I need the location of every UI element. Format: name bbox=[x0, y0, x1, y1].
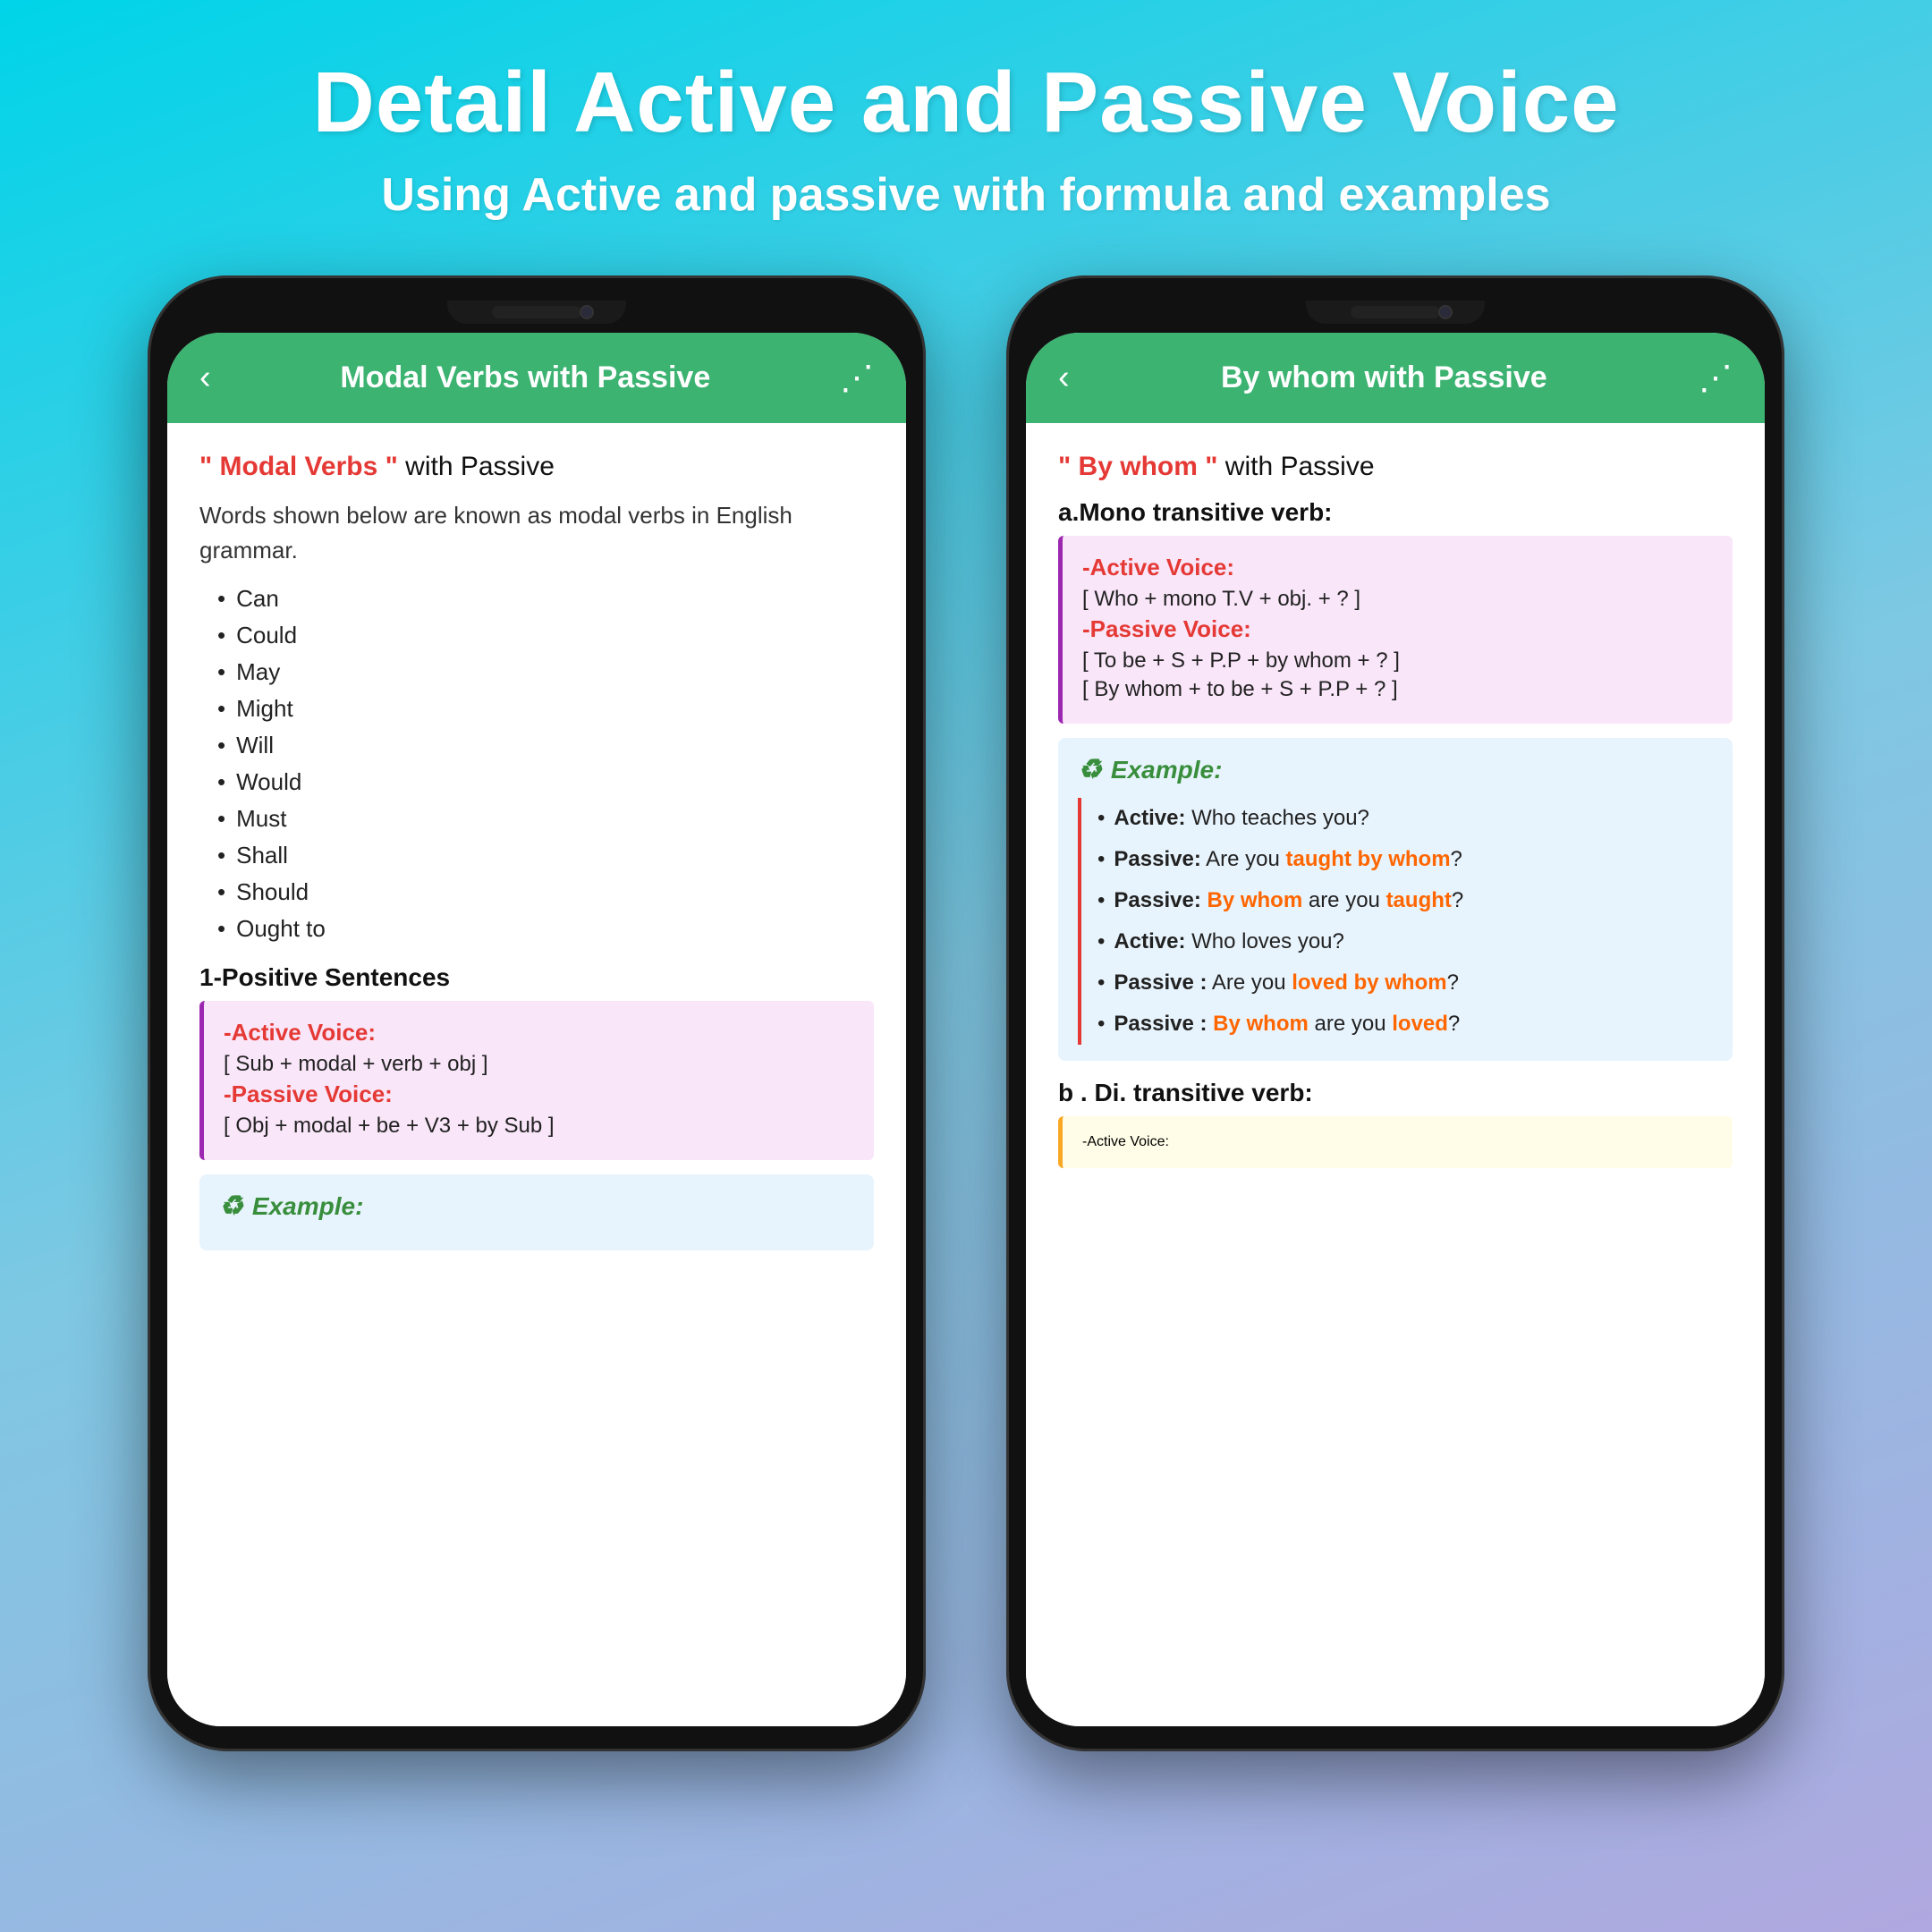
phone-2-example-label: Example: bbox=[1111, 756, 1223, 784]
phone-1-example-header: ♻ Example: bbox=[219, 1191, 854, 1222]
phone-1-modal-list: Can Could May Might Will Would Must Shal… bbox=[217, 580, 874, 947]
list-item: Might bbox=[217, 691, 874, 727]
phone-2-example-header: ♻ Example: bbox=[1078, 754, 1713, 785]
phone-1-active-formula: [ Sub + modal + verb + obj ] bbox=[224, 1052, 854, 1077]
phone-2-screen: ‹ By whom with Passive ⋰ " By whom " wit… bbox=[1026, 333, 1765, 1726]
phone-2-passive-formula2: [ By whom + to be + S + P.P + ? ] bbox=[1082, 677, 1713, 702]
phone-1-heading-rest: with Passive bbox=[398, 452, 555, 481]
list-item: Will bbox=[217, 727, 874, 764]
phone-1-example-label: Example: bbox=[252, 1192, 364, 1221]
list-item: May bbox=[217, 654, 874, 691]
phone-2-recycle-icon: ♻ bbox=[1078, 754, 1102, 785]
phone-1-camera bbox=[580, 305, 594, 319]
phones-row: ‹ Modal Verbs with Passive ⋰ " Modal Ver… bbox=[148, 275, 1784, 1751]
phone-1-content: " Modal Verbs " with Passive Words shown… bbox=[167, 423, 906, 1726]
phone-2-di-label: b . Di. transitive verb: bbox=[1058, 1079, 1733, 1107]
phone-2-di-formula-box: -Active Voice: bbox=[1058, 1116, 1733, 1168]
list-item: Passive: By whom are you taught? bbox=[1097, 880, 1713, 921]
phone-2-active-label2: -Active Voice: bbox=[1082, 1134, 1713, 1150]
phone-1-positive-heading: 1-Positive Sentences bbox=[199, 963, 874, 992]
phone-2: ‹ By whom with Passive ⋰ " By whom " wit… bbox=[1006, 275, 1784, 1751]
phone-1-passive-label: -Passive Voice: bbox=[224, 1080, 854, 1108]
phone-1-notch bbox=[447, 301, 626, 324]
list-item: Must bbox=[217, 801, 874, 837]
phone-2-section-heading: " By whom " with Passive bbox=[1058, 452, 1733, 482]
phone-1-back-icon[interactable]: ‹ bbox=[199, 359, 211, 397]
phone-1-share-icon[interactable]: ⋰ bbox=[840, 358, 874, 398]
phone-2-header-title: By whom with Passive bbox=[1070, 360, 1699, 395]
phone-1-keyword: " Modal Verbs " bbox=[199, 452, 398, 481]
page-header: Detail Active and Passive Voice Using Ac… bbox=[312, 54, 1619, 222]
page-subtitle: Using Active and passive with formula an… bbox=[312, 168, 1619, 222]
list-item: Can bbox=[217, 580, 874, 617]
list-item: Passive : By whom are you loved? bbox=[1097, 1004, 1713, 1045]
phone-1-formula-box: -Active Voice: [ Sub + modal + verb + ob… bbox=[199, 1001, 874, 1160]
page-title: Detail Active and Passive Voice bbox=[312, 54, 1619, 152]
phone-2-active-formula: [ Who + mono T.V + obj. + ? ] bbox=[1082, 587, 1713, 612]
phone-2-active-label: -Active Voice: bbox=[1082, 554, 1713, 581]
phone-2-content: " By whom " with Passive a.Mono transiti… bbox=[1026, 423, 1765, 1726]
phone-2-passive-label: -Passive Voice: bbox=[1082, 615, 1713, 643]
phone-2-app-header: ‹ By whom with Passive ⋰ bbox=[1026, 333, 1765, 423]
phone-1-active-label: -Active Voice: bbox=[224, 1019, 854, 1046]
phone-2-mono-label: a.Mono transitive verb: bbox=[1058, 498, 1733, 527]
phone-1-intro: Words shown below are known as modal ver… bbox=[199, 498, 874, 568]
phone-1-section-heading: " Modal Verbs " with Passive bbox=[199, 452, 874, 482]
phone-2-share-icon[interactable]: ⋰ bbox=[1699, 358, 1733, 398]
list-item: Active: Who loves you? bbox=[1097, 921, 1713, 962]
list-item: Shall bbox=[217, 837, 874, 874]
phone-2-heading-rest: with Passive bbox=[1217, 452, 1374, 481]
list-item: Passive: Are you taught by whom? bbox=[1097, 839, 1713, 880]
phone-2-keyword: " By whom " bbox=[1058, 452, 1217, 481]
list-item: Should bbox=[217, 874, 874, 911]
phone-1-app-header: ‹ Modal Verbs with Passive ⋰ bbox=[167, 333, 906, 423]
phone-2-example-box: ♻ Example: Active: Who teaches you? Pass… bbox=[1058, 738, 1733, 1061]
phone-2-notch bbox=[1306, 301, 1485, 324]
phone-2-passive-formula1: [ To be + S + P.P + by whom + ? ] bbox=[1082, 648, 1713, 674]
list-item: Active: Who teaches you? bbox=[1097, 798, 1713, 839]
phone-1-recycle-icon: ♻ bbox=[219, 1191, 243, 1222]
list-item: Ought to bbox=[217, 911, 874, 947]
phone-1-header-title: Modal Verbs with Passive bbox=[211, 360, 840, 395]
list-item: Passive : Are you loved by whom? bbox=[1097, 962, 1713, 1004]
list-item: Could bbox=[217, 617, 874, 654]
phone-2-formula-box: -Active Voice: [ Who + mono T.V + obj. +… bbox=[1058, 536, 1733, 724]
phone-1-screen: ‹ Modal Verbs with Passive ⋰ " Modal Ver… bbox=[167, 333, 906, 1726]
phone-1: ‹ Modal Verbs with Passive ⋰ " Modal Ver… bbox=[148, 275, 926, 1751]
phone-2-back-icon[interactable]: ‹ bbox=[1058, 359, 1070, 397]
phone-1-example-box: ♻ Example: bbox=[199, 1174, 874, 1250]
phone-1-passive-formula: [ Obj + modal + be + V3 + by Sub ] bbox=[224, 1114, 854, 1139]
list-item: Would bbox=[217, 764, 874, 801]
phone-2-camera bbox=[1438, 305, 1453, 319]
phone-2-example-list: Active: Who teaches you? Passive: Are yo… bbox=[1078, 798, 1713, 1045]
